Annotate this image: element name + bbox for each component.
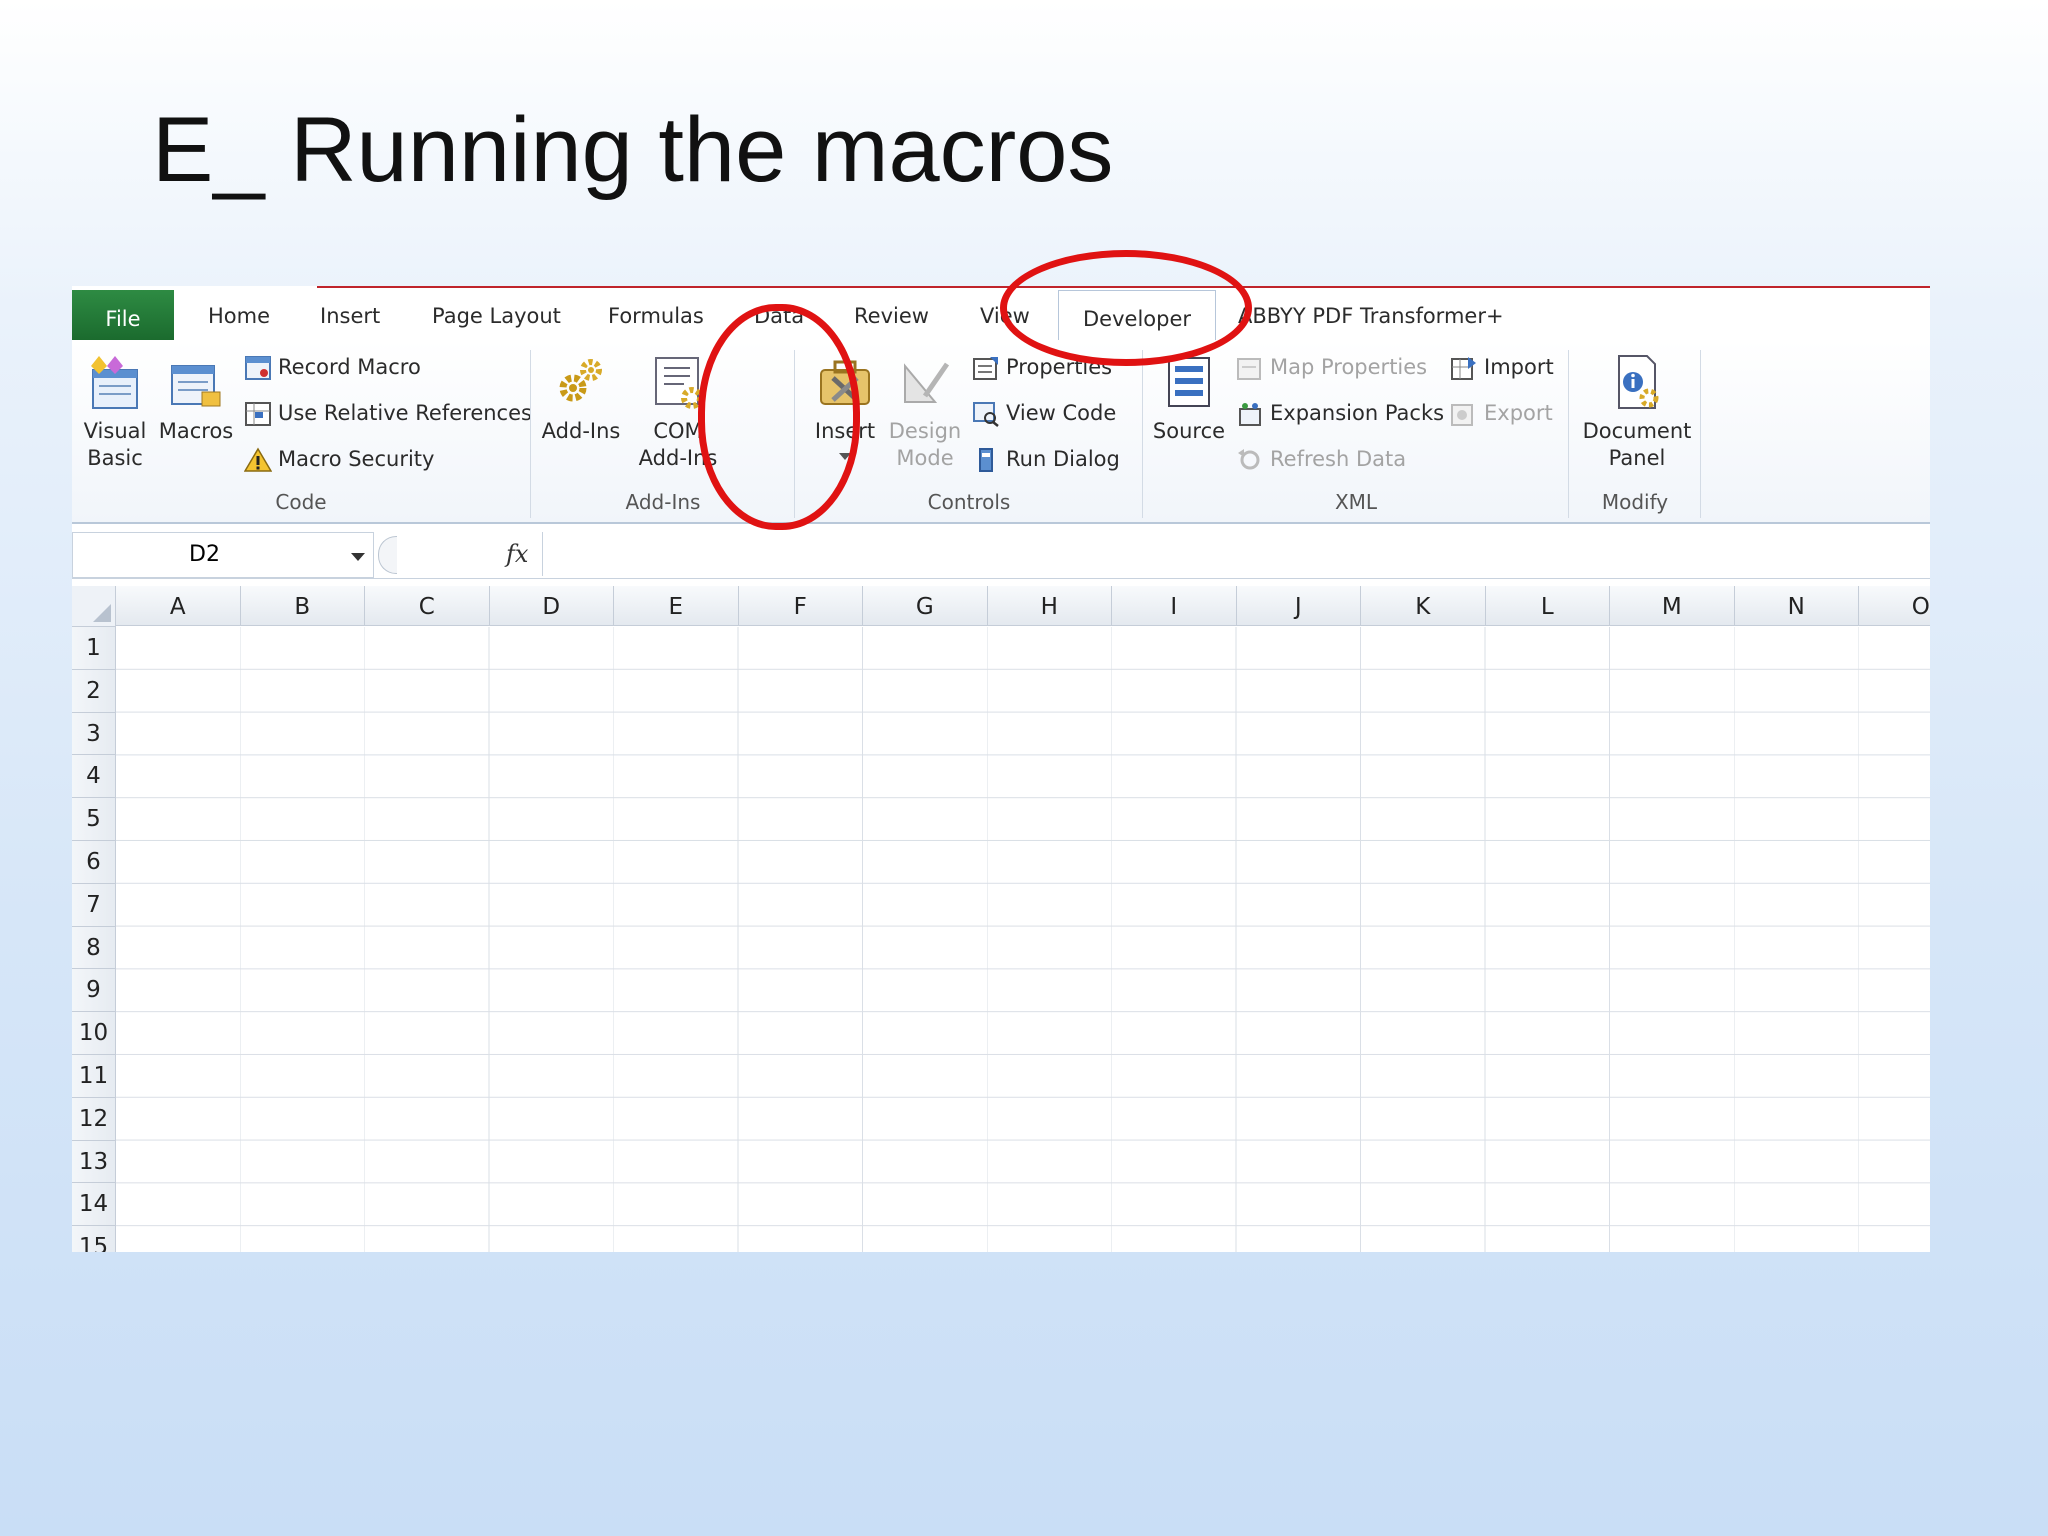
formula-input[interactable] (544, 532, 1930, 576)
refresh-data-button[interactable]: Refresh Data (1236, 444, 1406, 474)
import-button[interactable]: Import (1450, 352, 1554, 382)
group-label-modify: Modify (1601, 490, 1669, 514)
column-header-n[interactable]: N (1734, 586, 1859, 626)
column-header-h[interactable]: H (987, 586, 1112, 626)
record-macro-button[interactable]: Record Macro (244, 352, 421, 382)
macro-security-button[interactable]: Macro Security (243, 444, 434, 474)
design-mode-button[interactable]: Design Mode (882, 352, 968, 472)
row-header-6[interactable]: 6 (72, 841, 116, 884)
macros-button[interactable]: Macros (156, 352, 236, 445)
view-code-button[interactable]: View Code (972, 398, 1116, 428)
select-all-corner[interactable] (72, 586, 116, 627)
insert-function-icon[interactable]: fx (506, 532, 528, 576)
expansion-packs-icon (1239, 403, 1261, 426)
source-label: Source (1152, 419, 1226, 443)
macros-label: Macros (158, 419, 234, 443)
column-header-e[interactable]: E (614, 586, 739, 626)
row-header-2[interactable]: 2 (72, 669, 116, 713)
visual-basic-button[interactable]: Visual Basic (78, 352, 152, 472)
highlight-developer-tab (1000, 250, 1252, 366)
document-panel-button[interactable]: Document Panel (1572, 352, 1702, 472)
warning-icon (243, 447, 273, 472)
row-header-3[interactable]: 3 (72, 712, 116, 756)
tab-insert[interactable]: Insert (320, 286, 380, 340)
row-header-14[interactable]: 14 (72, 1183, 116, 1227)
spreadsheet-grid: A B C D E F G H I J K L M N O 1 2 3 4 5 6 7 8 9 10 11 12 13 14 15 (72, 586, 1930, 1252)
formula-bar: D2 fx (72, 532, 1930, 579)
developer-ribbon: Visual Basic Macros Record Macro Use Rel… (72, 340, 1930, 524)
record-macro-icon (245, 356, 271, 380)
row-header-13[interactable]: 13 (72, 1140, 116, 1184)
group-label-controls: Controls (927, 490, 1011, 514)
column-header-m[interactable]: M (1610, 586, 1735, 626)
export-icon (1451, 404, 1473, 426)
name-box-dropdown-icon[interactable] (351, 553, 365, 561)
export-button[interactable]: Export (1450, 398, 1553, 428)
tab-review[interactable]: Review (854, 286, 929, 340)
formula-bar-handle[interactable] (378, 536, 397, 574)
add-ins-button[interactable]: Add-Ins (538, 352, 624, 445)
map-properties-icon (1237, 358, 1261, 380)
add-ins-label: Add-Ins (541, 419, 621, 443)
view-code-icon (973, 402, 999, 427)
row-header-12[interactable]: 12 (72, 1097, 116, 1141)
row-header-1[interactable]: 1 (72, 627, 116, 670)
visual-basic-label-1: Visual (83, 419, 147, 443)
group-label-xml: XML (1334, 490, 1378, 514)
refresh-data-icon (1238, 449, 1260, 470)
source-button[interactable]: Source (1148, 352, 1230, 445)
design-label-2: Mode (896, 446, 954, 470)
use-relative-references-button[interactable]: Use Relative References (244, 398, 532, 428)
run-dialog-button[interactable]: Run Dialog (972, 444, 1120, 474)
column-header-j[interactable]: J (1236, 586, 1361, 626)
column-header-c[interactable]: C (365, 586, 490, 626)
column-header-g[interactable]: G (863, 586, 988, 626)
expansion-packs-button[interactable]: Expansion Packs (1236, 398, 1444, 428)
column-header-o[interactable]: O (1859, 586, 1930, 626)
document-label-2: Panel (1608, 446, 1666, 470)
tab-abbyy[interactable]: ABBYY PDF Transformer+ (1238, 286, 1504, 340)
column-header-l[interactable]: L (1485, 586, 1610, 626)
column-header-a[interactable]: A (116, 586, 241, 626)
map-properties-button[interactable]: Map Properties (1236, 352, 1427, 382)
row-header-8[interactable]: 8 (72, 926, 116, 970)
row-header-15[interactable]: 15 (72, 1226, 116, 1252)
row-header-9[interactable]: 9 (72, 969, 116, 1013)
column-header-f[interactable]: F (738, 586, 863, 626)
name-box[interactable]: D2 (72, 532, 374, 578)
column-header-i[interactable]: I (1112, 586, 1237, 626)
row-header-7[interactable]: 7 (72, 883, 116, 927)
row-header-4[interactable]: 4 (72, 755, 116, 799)
design-mode-icon (904, 362, 950, 403)
tab-formulas[interactable]: Formulas (608, 286, 704, 340)
group-label-code: Code (275, 490, 327, 514)
column-header-k[interactable]: K (1361, 586, 1486, 626)
cells-area[interactable] (116, 627, 1930, 1252)
import-icon (1451, 357, 1476, 380)
slide-title: E_ Running the macros (152, 99, 1114, 201)
row-header-5[interactable]: 5 (72, 798, 116, 841)
relative-references-icon (245, 402, 271, 426)
visual-basic-icon (91, 356, 138, 409)
properties-icon (973, 357, 998, 380)
row-header-10[interactable]: 10 (72, 1012, 116, 1055)
document-panel-icon (1618, 355, 1659, 409)
tab-file[interactable]: File (72, 290, 174, 340)
document-label-1: Document (1582, 419, 1692, 443)
tab-page-layout[interactable]: Page Layout (432, 286, 561, 340)
visual-basic-label-2: Basic (87, 446, 143, 470)
excel-screenshot: File Home Insert Page Layout Formulas Da… (72, 286, 1930, 1252)
highlight-insert-button (698, 304, 860, 530)
design-label-1: Design (888, 419, 962, 443)
column-header-b[interactable]: B (240, 586, 365, 626)
run-dialog-icon (979, 448, 993, 472)
row-header-11[interactable]: 11 (72, 1055, 116, 1098)
column-header-d[interactable]: D (489, 586, 614, 626)
gear-icon (559, 359, 602, 402)
macros-icon (171, 365, 221, 407)
tab-home[interactable]: Home (208, 286, 270, 340)
